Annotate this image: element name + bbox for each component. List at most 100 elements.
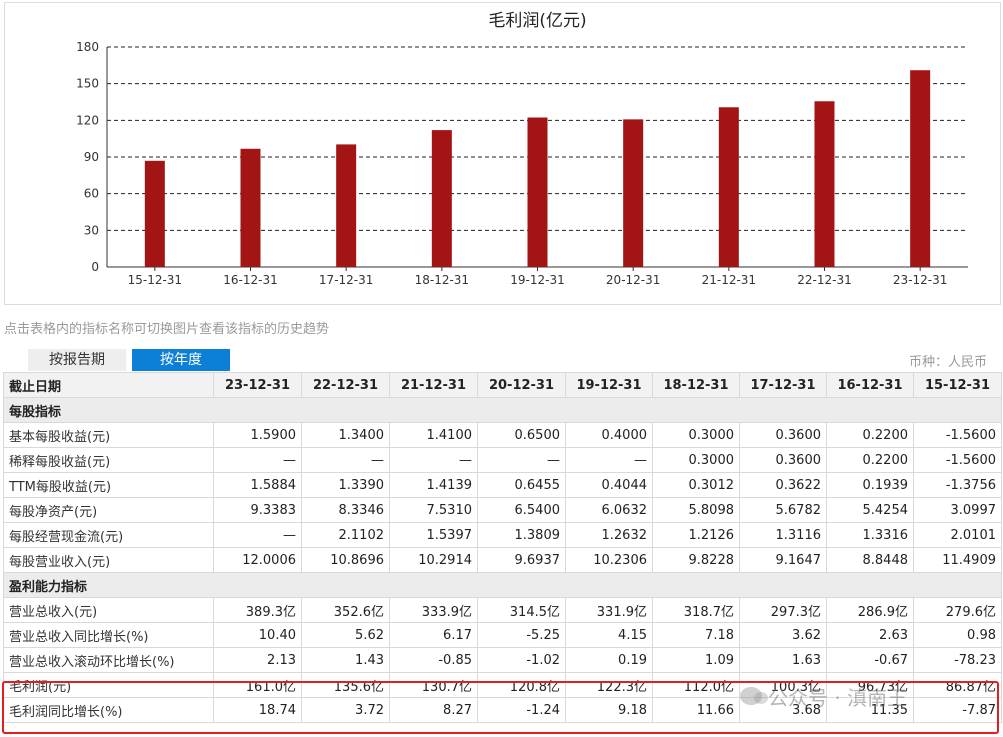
table-cell: -7.87 [913,697,1002,723]
indicator-name-link[interactable]: TTM每股收益(元) [3,472,214,498]
table-cell: 1.63 [739,647,827,673]
bar [527,117,548,268]
table-cell: 2.63 [826,622,914,648]
x-tick-label: 17-12-31 [319,273,373,287]
table-cell: — [213,522,302,548]
table-cell: 0.6500 [477,422,566,448]
header-period: 22-12-31 [301,372,390,398]
table-cell: -5.25 [477,622,566,648]
table-cell: 0.98 [913,622,1002,648]
table-cell: 8.3346 [301,497,390,523]
table-cell: 12.0006 [213,547,302,573]
table-cell: 161.0亿 [213,672,302,698]
section-row: 每股指标 [3,397,1002,423]
table-cell: -1.5600 [913,447,1002,473]
indicator-name-link[interactable]: 毛利润同比增长(%) [3,697,214,723]
indicator-name-link[interactable]: 每股营业收入(元) [3,547,214,573]
hint-text: 点击表格内的指标名称可切换图片查看该指标的历史趋势 [4,322,330,337]
table-cell: 297.3亿 [739,597,827,623]
bar [814,101,835,268]
table-cell: 1.43 [301,647,390,673]
table-cell: 120.8亿 [477,672,566,698]
currency-label: 币种：人民币 [908,355,987,370]
header-period: 18-12-31 [652,372,740,398]
table-cell: 11.35 [826,697,914,723]
header-period: 17-12-31 [739,372,827,398]
header-period: 19-12-31 [565,372,653,398]
table-row: 稀释每股收益(元) — — — — —0.3000 0.3600 0.2200 -1.5600 [3,447,1002,473]
table-cell: 331.9亿 [565,597,653,623]
table-cell: 279.6亿 [913,597,1002,623]
table-cell: 352.6亿 [301,597,390,623]
header-date-label: 截止日期 [3,372,214,398]
table-cell: 11.66 [652,697,740,723]
table-cell: 122.3亿 [565,672,653,698]
table-cell: 1.09 [652,647,740,673]
table-cell: 0.4000 [565,422,653,448]
indicator-name-link[interactable]: 营业总收入同比增长(%) [3,622,214,648]
bar [240,148,261,267]
table-cell: 3.68 [739,697,827,723]
table-cell: 96.73亿 [826,672,914,698]
table-cell: 100.3亿 [739,672,827,698]
tab-by-year[interactable]: 按年度 [132,349,230,371]
table-cell: 135.6亿 [301,672,390,698]
chart-panel: 毛利润(亿元) 0 30 60 90 120 150 180 15-12-31 16-12-31 1… [4,2,1001,305]
section-title: 每股指标 [3,397,1002,423]
table-row: 营业总收入(元) 389.3亿 352.6亿 333.9亿 314.5亿 331.9亿 31… [3,597,1002,623]
x-tick-label: 23-12-31 [893,273,947,287]
table-cell: 286.9亿 [826,597,914,623]
y-tick-label: 30 [84,223,99,237]
table-cell: 0.2200 [826,447,914,473]
table-cell: 1.3390 [301,472,390,498]
table-cell: -1.5600 [913,422,1002,448]
table-row: 基本每股收益(元) 1.5900 1.3400 1.4100 0.6500 0.4000 0… [3,422,1002,448]
bar [144,160,165,267]
table-cell: 1.3316 [826,522,914,548]
table-cell: 0.4044 [565,472,653,498]
table-cell: 9.8228 [652,547,740,573]
x-tick-label: 21-12-31 [702,273,756,287]
table-cell: 4.15 [565,622,653,648]
y-tick-label: 150 [76,77,99,91]
table-cell: 10.8696 [301,547,390,573]
indicator-name-link[interactable]: 基本每股收益(元) [3,422,214,448]
table-cell: 10.2914 [389,547,478,573]
table-cell: 2.1102 [301,522,390,548]
x-tick-label: 19-12-31 [510,273,564,287]
indicator-name-link[interactable]: 营业总收入(元) [3,597,214,623]
table-cell: 7.18 [652,622,740,648]
y-tick-label: 60 [84,187,99,201]
table-cell: 314.5亿 [477,597,566,623]
table-cell: -78.23 [913,647,1002,673]
table-cell: 8.8448 [826,547,914,573]
table-cell: 0.3000 [652,422,740,448]
table-cell: 389.3亿 [213,597,302,623]
table-cell: 1.5884 [213,472,302,498]
tab-by-report-period[interactable]: 按报告期 [28,349,126,371]
y-tick-label: 180 [76,40,99,54]
table-cell: 6.5400 [477,497,566,523]
chart-title: 毛利润(亿元) [488,11,586,31]
indicator-name-link[interactable]: 营业总收入滚动环比增长(%) [3,647,214,673]
table-cell: 1.2126 [652,522,740,548]
table-row: 毛利润同比增长(%) 18.74 3.72 8.27 -1.24 9.18 11.66 3.6… [3,697,1002,723]
table-cell: 333.9亿 [389,597,478,623]
table-cell: — [213,447,302,473]
table-cell: 1.4100 [389,422,478,448]
table-cell: 3.62 [739,622,827,648]
table-cell: 0.3000 [652,447,740,473]
table-cell: 0.6455 [477,472,566,498]
table-cell: 1.3116 [739,522,827,548]
y-tick-label: 0 [91,260,99,274]
indicator-name-link[interactable]: 稀释每股收益(元) [3,447,214,473]
indicator-name-link[interactable]: 每股经营现金流(元) [3,522,214,548]
section-row: 盈利能力指标 [3,572,1002,598]
header-period: 23-12-31 [213,372,302,398]
table-cell: 3.72 [301,697,390,723]
indicator-name-link[interactable]: 每股净资产(元) [3,497,214,523]
table-cell: 0.3622 [739,472,827,498]
table-row: 每股净资产(元) 9.3383 8.3346 7.5310 6.5400 6.0632 5.… [3,497,1002,523]
table-cell: 0.1939 [826,472,914,498]
indicator-name-link[interactable]: 毛利润(元) [3,672,214,698]
